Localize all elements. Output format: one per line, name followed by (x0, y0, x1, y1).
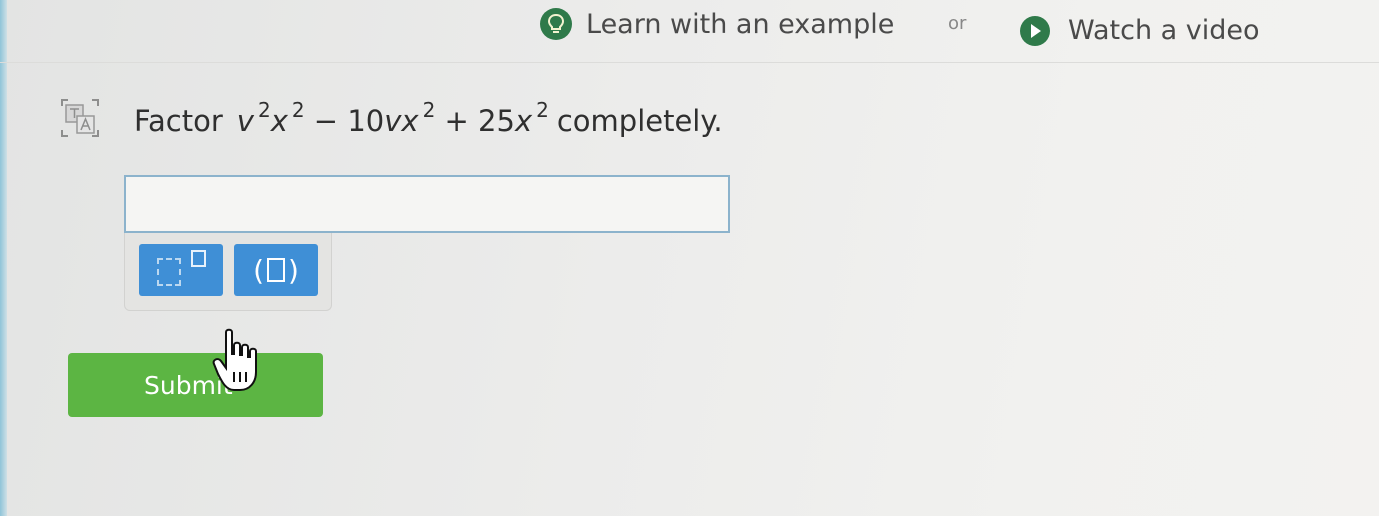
help-bar: Learn with an example or Watch a video (0, 0, 1379, 63)
question-prompt: Factor v 2x 2 − 10vx 2 + 25x 2 completely. (58, 96, 723, 140)
left-edge-strip (0, 0, 7, 516)
math-var: x (514, 104, 533, 138)
math-palette: () (124, 233, 332, 311)
math-var: vx (384, 104, 419, 138)
parentheses-button[interactable]: () (234, 244, 318, 296)
submit-button[interactable]: Submit (68, 353, 323, 417)
hand-cursor-icon (212, 328, 257, 391)
exponent-button[interactable] (139, 244, 223, 296)
question-text: Factor v 2x 2 − 10vx 2 + 25x 2 completely. (134, 98, 723, 138)
math-var: v (236, 104, 254, 138)
or-separator: or (948, 13, 967, 34)
exponent-icon (157, 258, 181, 286)
math-exponent: 2 (291, 98, 305, 122)
question-prefix: Factor (134, 104, 223, 138)
watch-video-link[interactable]: Watch a video (1020, 15, 1260, 46)
math-operator: − 10 (304, 104, 385, 138)
math-exponent: 2 (536, 98, 549, 122)
question-suffix: completely. (556, 104, 723, 138)
parentheses-icon: () (253, 253, 299, 287)
math-exponent: 2 (422, 98, 436, 122)
learn-example-link[interactable]: Learn with an example (540, 8, 894, 40)
translate-icon[interactable] (58, 96, 102, 140)
math-var: x (270, 104, 288, 138)
math-operator: + 25 (435, 104, 515, 138)
play-icon (1020, 15, 1050, 46)
learn-example-label: Learn with an example (586, 8, 895, 40)
watch-video-label: Watch a video (1068, 15, 1260, 46)
math-expression: v 2x 2 − 10vx 2 + 25x 2 (237, 98, 549, 138)
math-exponent: 2 (257, 98, 271, 122)
lightbulb-icon (540, 8, 572, 40)
answer-input[interactable] (124, 175, 730, 233)
exponent-box-icon (191, 250, 206, 267)
